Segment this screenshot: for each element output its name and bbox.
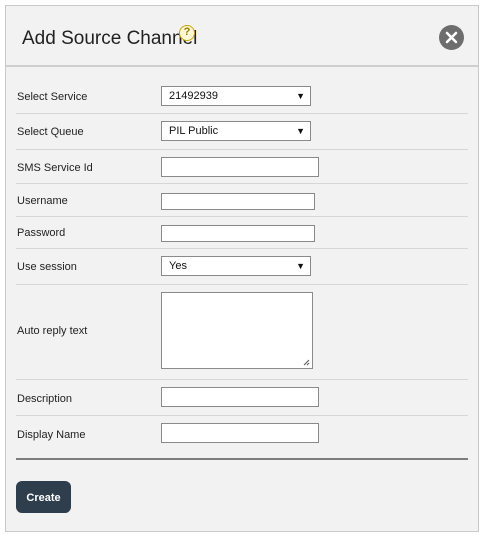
close-icon[interactable]	[439, 25, 464, 50]
add-source-channel-dialog: Add Source Channel ? Select Service 2149…	[5, 5, 479, 532]
username-label: Username	[17, 195, 68, 207]
use-session-label: Use session	[17, 261, 77, 273]
display-name-label: Display Name	[17, 429, 86, 441]
display-name-input[interactable]	[161, 423, 319, 443]
select-service-value: 21492939	[169, 90, 218, 102]
source-channel-form: Select Service 21492939 ▼ Select Queue P…	[16, 80, 468, 452]
auto-reply-text-label: Auto reply text	[17, 325, 88, 337]
select-queue-value: PIL Public	[169, 125, 219, 137]
form-row-password: Password	[16, 217, 468, 249]
auto-reply-textarea[interactable]	[161, 292, 313, 369]
form-row-use-session: Use session Yes ▼	[16, 249, 468, 285]
sms-service-id-input[interactable]	[161, 157, 319, 177]
dropdown-arrow-icon: ▼	[296, 91, 305, 101]
dialog-title: Add Source Channel	[22, 28, 198, 49]
description-input[interactable]	[161, 387, 319, 407]
password-label: Password	[17, 227, 66, 239]
use-session-dropdown[interactable]: Yes ▼	[161, 256, 311, 276]
form-row-username: Username	[16, 184, 468, 217]
select-queue-dropdown[interactable]: PIL Public ▼	[161, 121, 311, 141]
resize-grip-icon[interactable]	[303, 359, 310, 366]
form-row-auto-reply-text: Auto reply text	[16, 285, 468, 380]
dropdown-arrow-icon: ▼	[296, 261, 305, 271]
sms-service-id-label: SMS Service Id	[17, 162, 93, 174]
dialog-header: Add Source Channel ?	[6, 6, 478, 67]
select-service-label: Select Service	[17, 91, 88, 103]
create-button[interactable]: Create	[16, 481, 71, 513]
username-input[interactable]	[161, 193, 315, 210]
select-service-dropdown[interactable]: 21492939 ▼	[161, 86, 311, 106]
form-row-display-name: Display Name	[16, 416, 468, 452]
password-input[interactable]	[161, 225, 315, 242]
question-icon[interactable]: ?	[179, 25, 195, 41]
use-session-value: Yes	[169, 260, 187, 272]
form-row-select-service: Select Service 21492939 ▼	[16, 80, 468, 114]
form-row-description: Description	[16, 380, 468, 416]
form-footer-divider	[16, 458, 468, 460]
form-row-select-queue: Select Queue PIL Public ▼	[16, 114, 468, 150]
select-queue-label: Select Queue	[17, 126, 84, 138]
dropdown-arrow-icon: ▼	[296, 126, 305, 136]
description-label: Description	[17, 393, 73, 405]
form-row-sms-service-id: SMS Service Id	[16, 150, 468, 184]
